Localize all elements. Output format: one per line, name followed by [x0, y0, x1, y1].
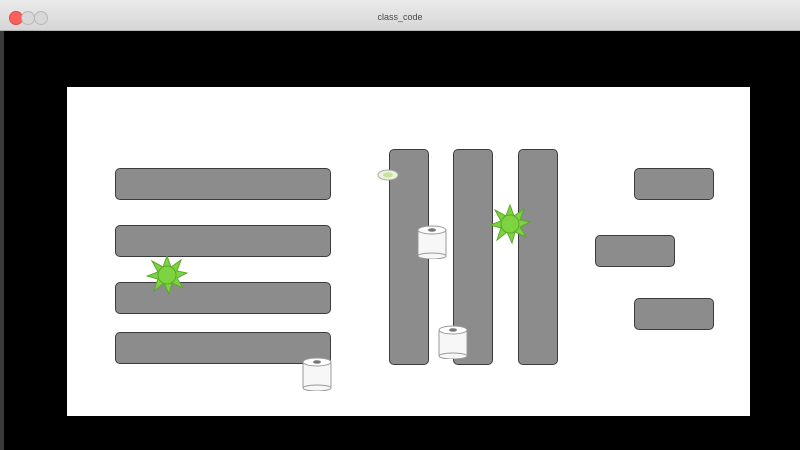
window-titlebar: class_code [0, 0, 800, 31]
toilet-paper-roll-icon [302, 357, 332, 391]
window-edge [0, 31, 4, 450]
wall-right-block-3 [634, 298, 714, 330]
germ-splat-icon [489, 203, 531, 245]
game-arena[interactable] [67, 87, 750, 416]
wall-left-bar-4 [115, 332, 331, 364]
soap-player-icon[interactable] [377, 169, 399, 181]
wall-pillar-3 [518, 149, 558, 365]
toilet-paper-roll-icon [438, 325, 468, 359]
wall-left-bar-2 [115, 225, 331, 257]
wall-right-block-2 [595, 235, 675, 267]
toilet-paper-roll-icon [417, 225, 447, 259]
game-canvas[interactable] [0, 31, 800, 450]
wall-right-block-1 [634, 168, 714, 200]
wall-left-bar-1 [115, 168, 331, 200]
window-title: class_code [377, 12, 423, 22]
germ-splat-icon [146, 254, 188, 296]
